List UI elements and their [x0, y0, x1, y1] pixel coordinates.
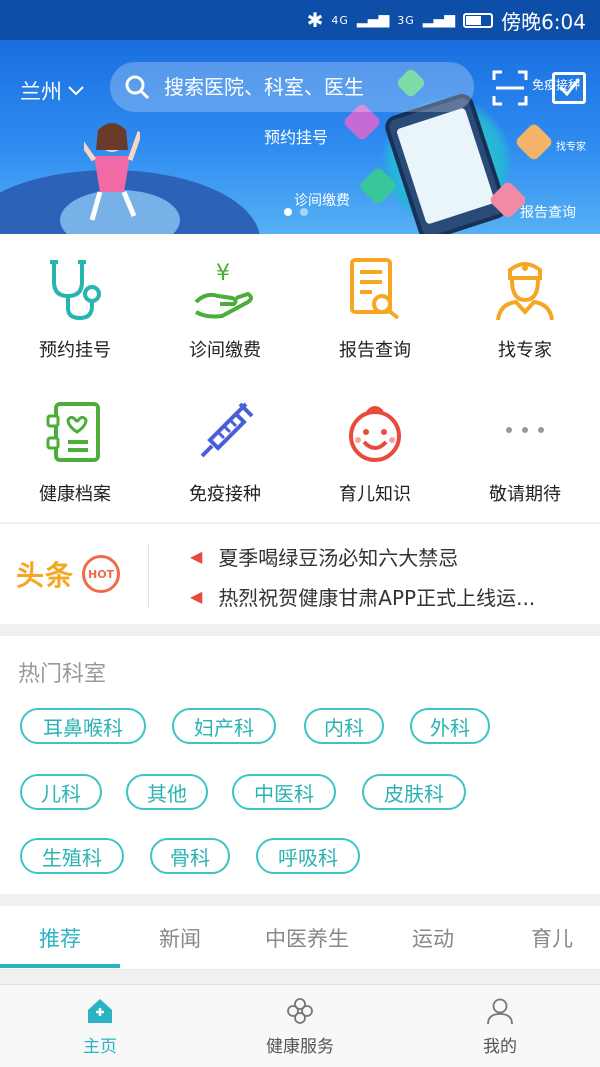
department-tag[interactable]: 儿科	[20, 774, 102, 810]
headline-logo: 头条 HOT	[16, 554, 121, 594]
tab-tcm-health[interactable]: 中医养生	[240, 906, 374, 970]
flower-icon	[287, 997, 313, 1024]
service-label: 免疫接种	[189, 484, 261, 505]
department-tag[interactable]: 中医科	[232, 774, 336, 810]
service-label: 找专家	[498, 340, 552, 361]
bottom-navigation: 主页 健康服务 我的	[0, 984, 600, 1067]
tab-sports[interactable]: 运动	[374, 906, 492, 970]
tab-news[interactable]: 新闻	[120, 906, 240, 970]
search-input[interactable]	[164, 75, 454, 99]
banner-label-report: 报告查询	[520, 205, 576, 221]
headline-logo-text: 头条	[16, 559, 75, 592]
stethoscope-icon	[50, 260, 101, 321]
service-vaccine[interactable]: 免疫接种	[150, 378, 300, 522]
service-appointment[interactable]: 预约挂号	[0, 234, 150, 378]
service-payment[interactable]: ¥ 诊间缴费	[150, 234, 300, 378]
department-tag[interactable]: 内科	[304, 708, 384, 744]
nav-label: 健康服务	[266, 1036, 334, 1057]
department-tag[interactable]: 妇产科	[172, 708, 276, 744]
more-dots-icon	[506, 427, 544, 433]
banner-carousel[interactable]: 预约挂号 诊间缴费 报告查询 找专家 免疫接种 兰州	[0, 40, 600, 234]
active-tab-indicator	[0, 964, 120, 968]
service-health-record[interactable]: 健康档案	[0, 378, 150, 522]
payment-hand-icon: ¥	[194, 261, 253, 319]
baby-face-icon	[349, 406, 401, 462]
news-item[interactable]: ◀ 热烈祝贺健康甘肃APP正式上线运...	[190, 582, 590, 611]
status-bar: ✱ 4G ▂▄▆ 3G ▂▄▆ 傍晚6:04	[0, 0, 600, 40]
department-tag[interactable]: 皮肤科	[362, 774, 466, 810]
nav-profile[interactable]: 我的	[400, 985, 600, 1067]
news-item[interactable]: ◀ 夏季喝绿豆汤必知六大禁忌	[190, 542, 590, 571]
signal-bars-icon-2: ▂▄▆	[422, 12, 456, 28]
service-grid: 预约挂号 ¥ 诊间缴费 报告查询 找专家 健康档案 免疫接种 育儿知识 敬请期待	[0, 234, 600, 522]
user-icon	[487, 998, 513, 1024]
hot-badge-icon: HOT	[82, 555, 121, 593]
news-title: 夏季喝绿豆汤必知六大禁忌	[218, 546, 459, 570]
service-label: 报告查询	[339, 340, 411, 361]
city-selector[interactable]: 兰州	[20, 76, 84, 106]
jumping-girl-illustration	[84, 123, 140, 221]
carousel-indicator	[284, 208, 308, 216]
report-search-icon	[350, 258, 400, 320]
service-expert[interactable]: 找专家	[450, 234, 600, 378]
doctor-icon	[496, 262, 554, 321]
health-record-icon	[46, 402, 100, 462]
department-tag[interactable]: 其他	[126, 774, 208, 810]
tab-parenting[interactable]: 育儿	[492, 906, 600, 970]
banner-label-payment: 诊间缴费	[294, 193, 350, 209]
headline-news: 头条 HOT ◀ 夏季喝绿豆汤必知六大禁忌 ◀ 热烈祝贺健康甘肃APP正式上线运…	[0, 524, 600, 624]
city-name: 兰州	[20, 80, 62, 104]
service-report[interactable]: 报告查询	[300, 234, 450, 378]
department-tag[interactable]: 生殖科	[20, 838, 124, 874]
nav-label: 主页	[83, 1036, 117, 1057]
tab-recommend[interactable]: 推荐	[0, 906, 120, 970]
department-tag[interactable]: 外科	[410, 708, 490, 744]
service-label: 敬请期待	[489, 484, 561, 505]
nav-home[interactable]: 主页	[0, 985, 200, 1067]
expert-bubble-icon	[514, 122, 554, 162]
syringe-icon	[200, 402, 254, 458]
department-tag[interactable]: 骨科	[150, 838, 230, 874]
nav-health-services[interactable]: 健康服务	[200, 985, 400, 1067]
service-parenting[interactable]: 育儿知识	[300, 378, 450, 522]
department-tag[interactable]: 耳鼻喉科	[20, 708, 146, 744]
news-title: 热烈祝贺健康甘肃APP正式上线运...	[218, 586, 536, 610]
service-label: 健康档案	[39, 484, 111, 505]
carousel-dot-1[interactable]	[284, 208, 292, 216]
scan-icon[interactable]	[492, 70, 528, 106]
battery-icon	[463, 12, 494, 28]
banner-label-appointment: 预约挂号	[264, 128, 329, 147]
signal-4g-icon: 4G	[331, 13, 349, 27]
phone-illustration	[382, 90, 510, 234]
popular-departments: 热门科室 耳鼻喉科 妇产科 内科 外科 儿科 其他 中医科 皮肤科 生殖科 骨科…	[0, 636, 600, 894]
divider	[148, 544, 149, 608]
section-title: 热门科室	[18, 662, 107, 687]
carousel-dot-2[interactable]	[300, 208, 308, 216]
svg-text:¥: ¥	[216, 261, 230, 286]
service-coming-soon[interactable]: 敬请期待	[450, 378, 600, 522]
signal-bars-icon: ▂▄▆	[356, 12, 390, 28]
service-label: 预约挂号	[39, 340, 111, 361]
clock: 傍晚6:04	[501, 9, 586, 34]
chevron-down-icon	[68, 86, 84, 96]
banner-label-expert: 找专家	[556, 142, 586, 153]
category-tabs: 推荐 新闻 中医养生 运动 育儿	[0, 906, 600, 970]
nav-label: 我的	[483, 1036, 517, 1057]
megaphone-icon: ◀	[190, 587, 203, 606]
department-tag[interactable]: 呼吸科	[256, 838, 360, 874]
search-bar[interactable]	[110, 62, 474, 112]
megaphone-icon: ◀	[190, 547, 203, 566]
message-icon[interactable]	[552, 72, 586, 104]
search-icon	[125, 75, 150, 100]
service-label: 育儿知识	[339, 484, 411, 505]
home-icon	[88, 998, 112, 1023]
signal-3g-icon: 3G	[397, 13, 415, 27]
bluetooth-icon: ✱	[306, 8, 324, 32]
service-label: 诊间缴费	[189, 340, 261, 361]
